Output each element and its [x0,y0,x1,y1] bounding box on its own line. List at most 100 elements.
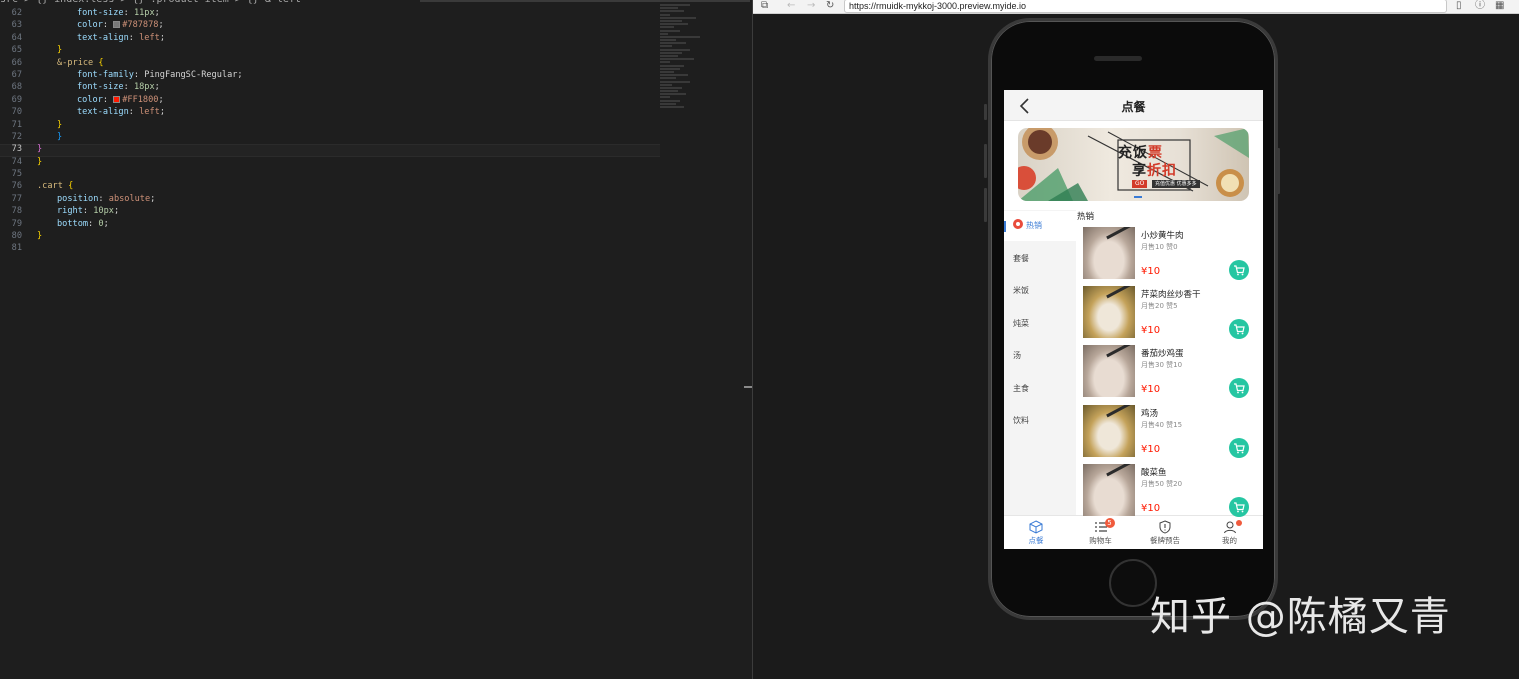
minimap-line [660,77,676,80]
code-line[interactable]: 67 font-family: PingFangSC-Regular; [0,70,660,82]
add-to-cart-button[interactable] [1229,260,1249,280]
code-line[interactable]: 63 color: #787878; [0,20,660,32]
devices-icon[interactable]: ▯ [1456,0,1462,12]
minimap-line [660,64,684,67]
code-editor[interactable]: src > {} index.less > {} .product-item > {} &-… [0,0,752,679]
breadcrumb-segment[interactable]: {} index.less [36,0,114,5]
code-line[interactable]: 69 color: #FF1800; [0,95,660,107]
code-line[interactable]: 80} [0,231,660,243]
code-line[interactable]: 70 text-align: left; [0,107,660,119]
code-line[interactable]: 75 [0,169,660,181]
code-line[interactable]: 76 .cart { [0,181,660,193]
code-lines[interactable]: 62 font-size: 11px; 63 color: #787878; 64 tex… [0,8,660,256]
menu-item[interactable]: 饮料 [1004,406,1076,436]
code-token: color [77,20,103,31]
code-text: } [37,231,42,241]
tab-item[interactable]: 点餐 [1004,518,1068,549]
menu-item[interactable]: 炖菜 [1004,309,1076,339]
code-line[interactable]: 73} [0,144,660,157]
cart-icon [1234,502,1245,513]
open-external-icon[interactable]: ⧉ [761,0,768,12]
code-line[interactable]: 79 bottom: 0; [0,219,660,231]
add-to-cart-button[interactable] [1229,437,1249,458]
code-line[interactable]: 78 right: 10px; [0,206,660,218]
banner-line-2: 享折扣 [1132,163,1177,179]
product-item[interactable]: 番茄炒鸡蛋 月售30 赞10 ¥10 [1083,345,1258,402]
breadcrumb-segment[interactable]: {} &-left [247,0,301,5]
shield-alert-icon [1159,520,1171,534]
product-image [1083,227,1135,279]
breadcrumb-segment[interactable]: {} .product-item [132,0,228,5]
line-number: 79 [11,218,22,229]
tab-item[interactable]: 我的 [1198,518,1262,549]
preview-pane: ⧉ ← → ↻ https://rmuidk-mykkoj-3000.previ… [753,0,1519,679]
chopsticks-graphic [1106,463,1135,477]
product-image [1083,286,1135,339]
phone-speaker [1094,56,1142,61]
tab-item[interactable]: 购物车 5 [1069,518,1133,549]
help-icon[interactable]: ⓘ [1475,0,1485,12]
tab-item[interactable]: 餐牌预告 [1133,518,1197,549]
code-line[interactable]: 81 [0,243,660,255]
code-token: bottom [57,218,89,229]
code-text: font-size: 18px; [77,82,160,92]
product-item[interactable]: 酸菜鱼 月售50 赞20 ¥10 [1083,463,1258,521]
code-token: { [98,57,104,68]
minimap-line [660,58,694,61]
product-stats: 月售40 赞15 [1141,420,1183,429]
menu-item[interactable]: 热销 [1004,211,1076,241]
minimap-line [660,51,682,54]
minimap-line [660,86,682,89]
color-swatch-icon[interactable] [113,95,121,103]
product-item[interactable]: 小炒黄牛肉 月售10 赞0 ¥10 [1083,227,1258,284]
line-number: 74 [11,156,22,167]
product-item[interactable]: 芹菜肉丝炒香干 月售20 赞5 ¥10 [1083,286,1258,343]
line-number: 77 [11,193,22,204]
code-line[interactable]: 77 position: absolute; [0,194,660,206]
code-token: ; [158,20,164,31]
minimap-line [660,61,670,64]
code-line[interactable]: 74} [0,157,660,169]
code-token: : [128,107,140,118]
menu-item[interactable]: 套餐 [1004,244,1076,274]
code-line[interactable]: 62 font-size: 11px; [0,8,660,20]
product-image [1083,345,1135,398]
split-sash-handle[interactable] [744,386,752,388]
url-input[interactable]: https://rmuidk-mykkoj-3000.preview.myide… [844,0,1447,13]
product-image [1083,463,1135,516]
code-line[interactable]: 71} [0,120,660,132]
menu-item[interactable]: 米饭 [1004,276,1076,306]
code-token: } [37,231,43,242]
breadcrumb[interactable]: src > {} index.less > {} .product-item > {} &-… [0,0,307,8]
code-line[interactable]: 66 &-price { [0,58,660,70]
code-token: left [139,32,160,43]
promo-banner[interactable]: 充饭票 享折扣 GO 充值优惠 优惠多多 [1018,128,1249,201]
minimap-line [660,70,674,73]
code-line[interactable]: 65} [0,45,660,57]
minimap-line [660,90,678,93]
code-line[interactable]: 68 font-size: 18px; [0,82,660,94]
minimap[interactable] [660,4,704,124]
add-to-cart-button[interactable] [1229,496,1249,517]
code-text: color: #FF1800; [77,95,164,105]
menu-item[interactable]: 主食 [1004,374,1076,404]
code-token: font-size [77,8,124,18]
back-icon[interactable]: ← [787,0,795,12]
menu-item[interactable]: 汤 [1004,341,1076,371]
minimap-line [660,7,678,10]
add-to-cart-button[interactable] [1229,319,1249,340]
code-token: text-align [77,107,129,118]
line-number: 63 [11,20,22,31]
forward-icon[interactable]: → [807,0,815,12]
line-number: 72 [11,131,22,142]
code-line[interactable]: 64 text-align: left; [0,33,660,45]
code-line[interactable]: 72} [0,132,660,144]
code-token: ; [237,69,243,80]
menu-item-label: 主食 [1013,383,1029,393]
breadcrumb-segment[interactable]: src [0,0,18,5]
color-swatch-icon[interactable] [113,21,121,29]
reload-icon[interactable]: ↻ [826,0,834,12]
qr-code-icon[interactable]: ▦ [1495,0,1504,12]
product-item[interactable]: 鸡汤 月售40 赞15 ¥10 [1083,404,1258,462]
add-to-cart-button[interactable] [1229,378,1249,399]
